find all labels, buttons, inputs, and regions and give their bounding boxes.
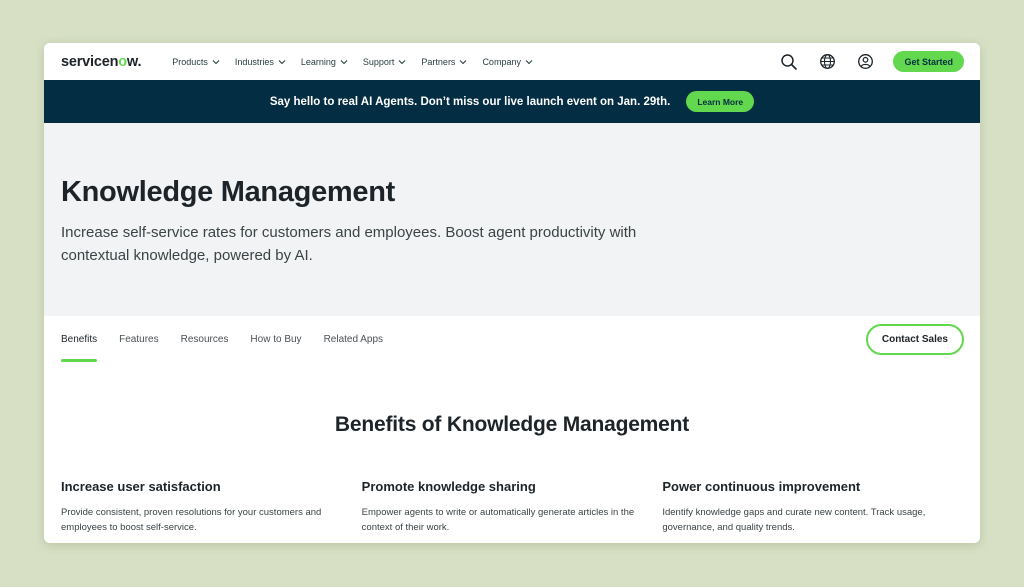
servicenow-logo[interactable]: servicenow. — [61, 54, 142, 70]
nav-actions: Get Started — [761, 51, 964, 72]
menu-item-industries[interactable]: Industries — [235, 57, 286, 67]
menu-item-label: Learning — [300, 56, 336, 67]
menu-item-label: Products — [172, 56, 208, 67]
menu-item-label: Partners — [421, 56, 456, 67]
menu-item-label: Industries — [234, 56, 274, 67]
tab-related-apps[interactable]: Related Apps — [324, 316, 384, 363]
menu-item-partners[interactable]: Partners — [421, 57, 467, 67]
announcement-banner: Say hello to real AI Agents. Don’t miss … — [44, 80, 980, 123]
tab-resources[interactable]: Resources — [181, 316, 229, 363]
top-nav: servicenow. Products Industries Learning… — [44, 43, 980, 80]
page-title: Knowledge Management — [61, 176, 395, 208]
benefit-card: Promote knowledge sharing Empower agents… — [362, 479, 663, 535]
benefits-heading: Benefits of Knowledge Management — [334, 413, 690, 436]
menu-item-products[interactable]: Products — [172, 57, 220, 67]
learn-more-button[interactable]: Learn More — [686, 91, 755, 112]
benefit-card: Increase user satisfaction Provide consi… — [61, 479, 362, 535]
chevron-down-icon — [459, 58, 467, 66]
hero-subtitle: Increase self-service rates for customer… — [61, 224, 637, 264]
search-icon[interactable] — [779, 52, 799, 72]
benefit-text: Provide consistent, proven resolutions f… — [61, 507, 322, 533]
chevron-down-icon — [212, 58, 220, 66]
menu-item-label: Support — [362, 56, 395, 67]
tab-how-to-buy[interactable]: How to Buy — [250, 316, 301, 363]
menu-item-label: Company — [482, 56, 521, 67]
menu-item-learning[interactable]: Learning — [301, 57, 348, 67]
get-started-button[interactable]: Get Started — [893, 51, 964, 72]
globe-icon[interactable] — [817, 52, 837, 72]
contact-sales-button[interactable]: Contact Sales — [865, 324, 964, 355]
benefit-card: Power continuous improvement Identify kn… — [662, 479, 963, 535]
section-tabs: Benefits Features Resources How to Buy R… — [44, 316, 980, 363]
tab-benefits[interactable]: Benefits — [61, 316, 98, 363]
user-icon[interactable] — [855, 52, 875, 72]
menu-item-support[interactable]: Support — [363, 57, 407, 67]
main-menu: Products Industries Learning Support Par… — [172, 57, 548, 67]
benefit-text: Identify knowledge gaps and curate new c… — [662, 507, 926, 533]
browser-page: servicenow. Products Industries Learning… — [44, 43, 980, 543]
menu-item-company[interactable]: Company — [482, 57, 533, 67]
chevron-down-icon — [398, 58, 406, 66]
hero-section: Knowledge Management Increase self-servi… — [44, 123, 980, 316]
benefit-title: Increase user satisfaction — [61, 479, 221, 494]
chevron-down-icon — [278, 58, 286, 66]
chevron-down-icon — [525, 58, 533, 66]
benefit-title: Power continuous improvement — [662, 479, 861, 494]
benefit-text: Empower agents to write or automatically… — [361, 507, 635, 533]
benefits-list: Increase user satisfaction Provide consi… — [44, 479, 980, 535]
benefit-title: Promote knowledge sharing — [361, 479, 536, 494]
banner-text: Say hello to real AI Agents. Don’t miss … — [269, 95, 671, 108]
tab-features[interactable]: Features — [119, 316, 158, 363]
chevron-down-icon — [340, 58, 348, 66]
